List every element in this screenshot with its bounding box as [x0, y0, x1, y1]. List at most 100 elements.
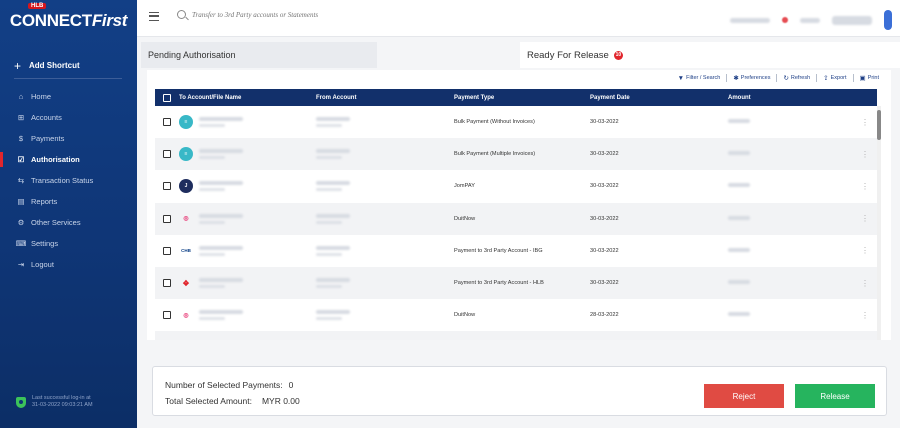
row-checkbox[interactable]	[163, 311, 171, 320]
row-checkbox[interactable]	[163, 118, 171, 127]
home-icon: ⌂	[18, 92, 24, 101]
table-row[interactable]: ◎ DuitNow 28-03-2022 ⋮	[155, 299, 877, 331]
header-payment-type[interactable]: Payment Type	[454, 95, 590, 101]
sidebar-item-authorisation[interactable]: ☑ Authorisation	[0, 149, 137, 170]
check-square-icon: ☑	[17, 155, 25, 164]
from-account-cell	[316, 310, 454, 321]
scrollbar-thumb[interactable]	[877, 110, 881, 140]
redacted-text	[199, 188, 225, 192]
amount-cell	[728, 280, 853, 286]
preferences-button[interactable]: ✱ Preferences	[733, 74, 770, 82]
row-checkbox[interactable]	[163, 150, 171, 159]
amount-cell	[728, 119, 853, 125]
sidebar-item-accounts[interactable]: ⊞ Accounts	[0, 107, 137, 128]
print-button[interactable]: ▣ Print	[860, 74, 879, 82]
redacted-text	[199, 149, 243, 154]
user-role	[800, 17, 820, 23]
to-account-redacted	[199, 245, 243, 256]
table-row[interactable]: ≡ Bulk Payment (Without Invoices) 30-03-…	[155, 106, 877, 138]
select-all-checkbox[interactable]	[163, 93, 171, 102]
to-account-redacted	[199, 310, 243, 321]
table-row[interactable]: ◎ ⋮	[155, 331, 877, 340]
redacted-text	[199, 310, 243, 315]
header-amount[interactable]: Amount	[728, 95, 853, 101]
brand-name: CONNECTFirst	[10, 11, 128, 31]
redacted-amount	[728, 312, 750, 317]
sidebar-item-settings[interactable]: ⌨ Settings	[0, 233, 137, 254]
add-shortcut-label: Add Shortcut	[29, 61, 80, 70]
payment-date-cell: 30-03-2022	[590, 183, 619, 190]
table-row[interactable]: ◎ DuitNow 30-03-2022 ⋮	[155, 202, 877, 235]
add-shortcut-button[interactable]: + Add Shortcut	[14, 60, 122, 79]
redacted-amount	[728, 183, 750, 188]
row-checkbox[interactable]	[163, 246, 171, 255]
avatar[interactable]	[884, 10, 892, 30]
from-account-redacted	[316, 245, 454, 256]
payment-date-cell: 30-03-2022	[590, 151, 619, 158]
kebab-menu-icon[interactable]: ⋮	[853, 311, 877, 320]
filter-search-button[interactable]: ▼ Filter / Search	[678, 75, 721, 82]
notification-icon[interactable]	[782, 17, 788, 23]
toolbar-divider	[726, 74, 728, 82]
refresh-icon: ↻	[783, 75, 789, 82]
sidebar-item-reports[interactable]: ▤ Reports	[0, 191, 137, 212]
payment-type-cell: Payment to 3rd Party Account - HLB	[454, 280, 544, 287]
sidebar-item-logout[interactable]: ⇥ Logout	[0, 254, 137, 275]
menu-icon[interactable]	[149, 12, 159, 21]
sidebar-item-other-services[interactable]: ⚙ Other Services	[0, 212, 137, 233]
ready-count-badge: 10	[613, 50, 623, 60]
tab-pending-authorisation[interactable]: Pending Authorisation	[141, 42, 377, 68]
sidebar-item-label: Other Services	[31, 218, 81, 227]
kebab-menu-icon[interactable]: ⋮	[853, 214, 877, 223]
user-name	[832, 15, 872, 25]
hlb-mark: HLB	[28, 3, 47, 9]
redacted-amount	[728, 247, 750, 252]
header-payment-date[interactable]: Payment Date	[590, 95, 728, 101]
transfer-icon: ⇆	[17, 176, 25, 185]
reject-button[interactable]: Reject	[704, 384, 784, 408]
release-button[interactable]: Release	[795, 384, 875, 408]
kebab-menu-icon[interactable]: ⋮	[853, 118, 877, 127]
redacted-text	[199, 285, 225, 289]
to-account-cell: CHB	[179, 244, 316, 258]
payment-date-cell: 30-03-2022	[590, 215, 619, 222]
export-button[interactable]: ⇪ Export	[823, 74, 846, 82]
table-row[interactable]: ≡ Bulk Payment (Multiple Invoices) 30-03…	[155, 138, 877, 171]
sidebar-item-home[interactable]: ⌂ Home	[0, 86, 137, 107]
from-account-cell	[316, 149, 454, 160]
redacted-text	[316, 310, 350, 315]
jompay-icon: J	[179, 179, 193, 194]
user-area	[730, 10, 892, 30]
table-row[interactable]: J JomPAY 30-03-2022 ⋮	[155, 170, 877, 202]
kebab-menu-icon[interactable]: ⋮	[853, 182, 877, 191]
table-row[interactable]: CHB Payment to 3rd Party Account - IBG 3…	[155, 235, 877, 267]
payment-date-cell: 30-03-2022	[590, 280, 619, 287]
refresh-button[interactable]: ↻ Refresh	[783, 74, 810, 82]
toolbar-divider	[816, 74, 818, 82]
tab-ready-for-release[interactable]: Ready For Release 10	[520, 42, 900, 68]
brand-logo[interactable]: HLB CONNECTFirst	[0, 0, 137, 36]
header-from-account[interactable]: From Account	[316, 95, 454, 101]
selected-amount-label: Total Selected Amount:	[165, 396, 252, 406]
invoice-icon: ≡	[179, 147, 193, 162]
redacted-text	[316, 252, 342, 256]
kebab-menu-icon[interactable]: ⋮	[853, 279, 877, 288]
sidebar-item-transaction-status[interactable]: ⇆ Transaction Status	[0, 170, 137, 191]
gear-icon: ✱	[733, 75, 739, 82]
duitnow-icon: ◎	[183, 312, 189, 319]
sidebar-item-payments[interactable]: $ Payments	[0, 128, 137, 149]
search-input[interactable]	[192, 10, 412, 19]
table-scrollbar[interactable]	[877, 106, 881, 340]
table-row[interactable]: ❖ Payment to 3rd Party Account - HLB 30-…	[155, 266, 877, 300]
row-checkbox[interactable]	[163, 279, 171, 288]
kebab-menu-icon[interactable]: ⋮	[853, 150, 877, 159]
header-to-account[interactable]: To Account/File Name	[179, 95, 316, 101]
redacted-text	[199, 245, 243, 250]
filter-icon: ▼	[677, 74, 685, 82]
search-icon	[177, 10, 186, 19]
row-checkbox[interactable]	[163, 214, 171, 223]
settings-icon: ⌨	[15, 239, 27, 248]
kebab-menu-icon[interactable]: ⋮	[853, 246, 877, 255]
sidebar-item-label: Payments	[31, 134, 65, 143]
row-checkbox[interactable]	[163, 182, 171, 191]
